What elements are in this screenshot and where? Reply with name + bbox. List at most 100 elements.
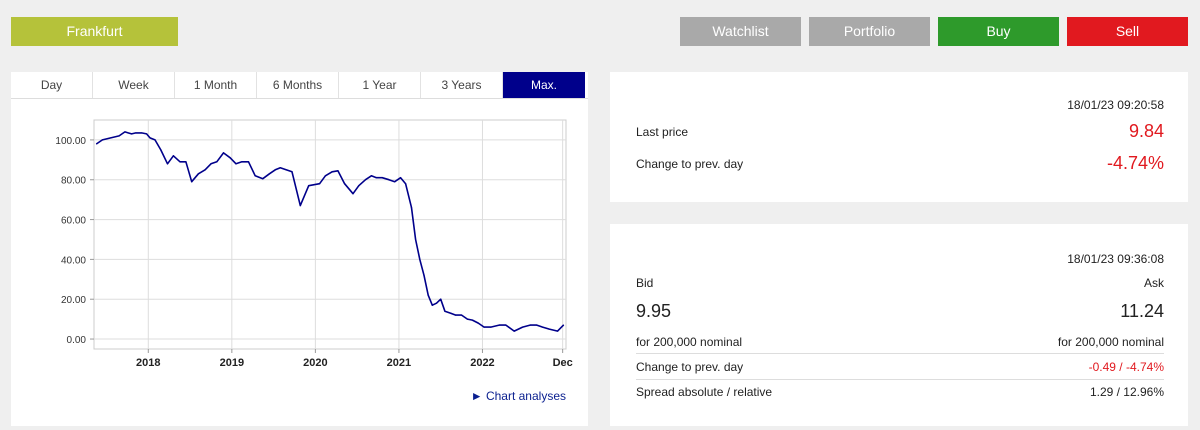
sell-button[interactable]: Sell [1067,17,1188,46]
price-point [542,326,544,328]
price-series-line [96,131,565,332]
price-point [471,319,474,321]
price-point [394,181,396,183]
price-point [440,298,442,300]
chart-panel: Day Week 1 Month 6 Months 1 Year 3 Years… [11,72,588,426]
price-point [562,324,565,326]
price-point [370,175,372,177]
ask-nominal: for 200,000 nominal [1057,335,1164,349]
price-point [210,163,212,165]
price-point [505,324,507,326]
bid-label: Bid [636,276,654,290]
price-point [229,157,231,159]
bid-ask-panel: 18/01/23 09:36:08 Bid Ask 9.95 11.24 for… [610,224,1188,426]
price-point [415,238,417,241]
price-point [268,173,271,175]
price-point [557,330,559,332]
price-point [216,161,218,163]
price-point [477,322,479,324]
price-point [513,330,515,332]
price-point [427,294,429,296]
plot-frame [93,119,567,350]
price-point [197,173,200,175]
quote-change-value: -0.49 / -4.74% [1088,360,1164,374]
price-point [160,149,162,151]
tab-1-month[interactable]: 1 Month [175,72,257,98]
chart-analyses-label: Chart analyses [485,389,566,403]
x-tick-label: 2021 [387,357,411,369]
tab-3-years[interactable]: 3 Years [421,72,503,98]
price-point [166,163,169,165]
price-point [405,183,407,185]
price-point [254,175,256,177]
price-point [548,328,550,330]
price-point [172,155,174,157]
price-point [483,326,485,328]
price-point [388,179,390,181]
price-point [291,171,293,173]
price-point [241,161,243,163]
spread-label: Spread absolute / relative [636,385,773,399]
tab-week[interactable]: Week [93,72,175,98]
price-point [352,193,354,195]
price-point [95,143,98,145]
tab-day[interactable]: Day [11,72,93,98]
price-point [431,304,433,306]
price-point [179,161,181,163]
price-point [344,183,346,185]
last-price-label: Last price [636,125,689,139]
quote-timestamp: 18/01/23 09:36:08 [1067,252,1164,266]
price-point [455,314,457,316]
price-point [285,169,287,171]
price-point [331,171,333,173]
divider [636,353,1164,354]
price-point [274,169,276,171]
bid-value: 9.95 [636,301,672,321]
tab-1-year[interactable]: 1 Year [339,72,421,98]
price-point [154,139,156,141]
tab-max[interactable]: Max. [503,72,585,98]
price-point [118,135,120,137]
price-point [149,137,151,139]
price-point [191,181,193,183]
price-point [375,177,377,179]
portfolio-button[interactable]: Portfolio [809,17,930,46]
price-point [185,161,187,163]
x-tick-label: Dec [553,357,573,369]
price-point [444,310,446,312]
price-point [130,133,133,135]
price-point [279,167,281,169]
price-point [490,326,492,328]
price-point [460,314,463,316]
x-tick-label: 2019 [220,357,244,369]
x-tick-label: 2018 [136,357,160,369]
buy-button[interactable]: Buy [938,17,1059,46]
exchange-button[interactable]: Frankfurt [11,17,178,46]
last-price-panel: 18/01/23 09:20:58 Last price 9.84 Change… [610,72,1188,202]
ask-label: Ask [1143,276,1164,290]
price-point [247,161,250,163]
x-tick-label: 2022 [470,357,494,369]
price-point [146,133,148,135]
spread-value: 1.29 / 12.96% [1089,385,1164,399]
price-point [536,324,538,326]
y-tick-label: 60.00 [61,216,86,227]
price-point [419,258,421,260]
price-point [110,137,112,139]
chart-analyses-link[interactable]: ► Chart analyses [471,389,566,403]
price-point [141,132,143,134]
watchlist-button[interactable]: Watchlist [680,17,801,46]
price-point [399,177,402,179]
quote-change-label: Change to prev. day [636,360,744,374]
price-point [410,207,413,209]
price-point [381,177,383,179]
price-point [529,324,531,326]
y-tick-label: 40.00 [61,255,86,266]
y-tick-label: 0.00 [67,335,87,346]
price-point [324,175,327,177]
change-value: -4.74% [1106,153,1164,173]
price-point [435,302,438,304]
tab-6-months[interactable]: 6 Months [257,72,339,98]
price-point [466,318,469,320]
price-point [364,179,367,181]
